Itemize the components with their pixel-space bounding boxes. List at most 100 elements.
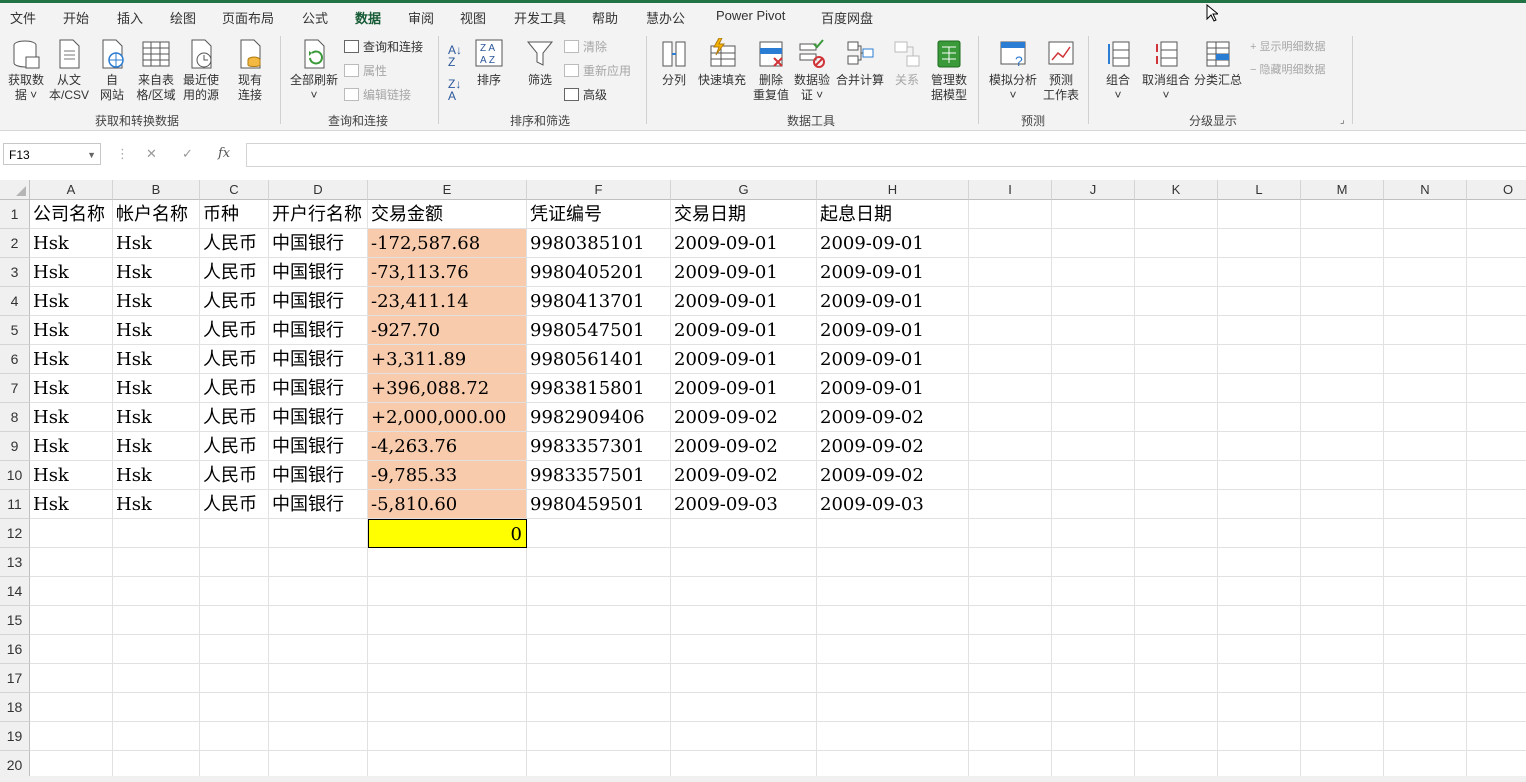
table-cell[interactable]: +396,088.72 <box>368 374 527 403</box>
table-cell[interactable]: Hsk <box>113 287 200 316</box>
empty-cell[interactable] <box>969 461 1052 490</box>
empty-cell[interactable] <box>1052 316 1135 345</box>
empty-cell[interactable] <box>113 664 200 693</box>
empty-cell[interactable] <box>969 548 1052 577</box>
table-cell[interactable]: 2009-09-02 <box>671 403 817 432</box>
empty-cell[interactable] <box>671 693 817 722</box>
empty-cell[interactable] <box>1135 403 1218 432</box>
empty-cell[interactable] <box>1384 722 1467 751</box>
empty-cell[interactable] <box>1467 374 1526 403</box>
empty-cell[interactable] <box>527 635 671 664</box>
empty-cell[interactable] <box>969 374 1052 403</box>
row-header[interactable]: 11 <box>0 490 30 519</box>
table-cell[interactable]: -9,785.33 <box>368 461 527 490</box>
empty-cell[interactable] <box>1218 374 1301 403</box>
table-cell[interactable]: 人民币 <box>200 258 269 287</box>
empty-cell[interactable] <box>200 664 269 693</box>
remove-duplicates-button[interactable]: 删除 重复值 <box>752 38 790 103</box>
header-cell[interactable]: 币种 <box>200 200 269 229</box>
empty-cell[interactable] <box>1384 490 1467 519</box>
empty-cell[interactable] <box>1135 287 1218 316</box>
row-header[interactable]: 1 <box>0 200 30 229</box>
empty-cell[interactable] <box>1467 664 1526 693</box>
empty-cell[interactable] <box>1467 635 1526 664</box>
empty-cell[interactable] <box>269 548 368 577</box>
empty-cell[interactable] <box>113 519 200 548</box>
table-cell[interactable]: 中国银行 <box>269 490 368 519</box>
empty-cell[interactable] <box>969 316 1052 345</box>
table-cell[interactable]: 中国银行 <box>269 316 368 345</box>
empty-cell[interactable] <box>1218 345 1301 374</box>
empty-cell[interactable] <box>969 403 1052 432</box>
row-header[interactable]: 7 <box>0 374 30 403</box>
empty-cell[interactable] <box>1218 432 1301 461</box>
empty-cell[interactable] <box>527 693 671 722</box>
empty-cell[interactable] <box>30 606 113 635</box>
empty-cell[interactable] <box>1218 693 1301 722</box>
empty-cell[interactable] <box>671 635 817 664</box>
empty-cell[interactable] <box>1301 693 1384 722</box>
empty-cell[interactable] <box>969 345 1052 374</box>
empty-cell[interactable] <box>1384 403 1467 432</box>
empty-cell[interactable] <box>368 606 527 635</box>
table-cell[interactable]: Hsk <box>113 490 200 519</box>
tab-4[interactable]: 页面布局 <box>222 8 274 27</box>
empty-cell[interactable] <box>200 577 269 606</box>
row-header[interactable]: 19 <box>0 722 30 751</box>
table-cell[interactable]: 2009-09-02 <box>671 461 817 490</box>
empty-cell[interactable] <box>1218 258 1301 287</box>
empty-cell[interactable] <box>30 635 113 664</box>
empty-cell[interactable] <box>1301 664 1384 693</box>
empty-cell[interactable] <box>30 548 113 577</box>
empty-cell[interactable] <box>368 722 527 751</box>
empty-cell[interactable] <box>1301 722 1384 751</box>
tab-1[interactable]: 开始 <box>63 8 89 27</box>
empty-cell[interactable] <box>1218 635 1301 664</box>
empty-cell[interactable] <box>269 664 368 693</box>
empty-cell[interactable] <box>200 519 269 548</box>
empty-cell[interactable] <box>1467 490 1526 519</box>
table-cell[interactable]: 2009-09-01 <box>817 316 969 345</box>
empty-cell[interactable] <box>1467 519 1526 548</box>
empty-cell[interactable] <box>969 287 1052 316</box>
empty-cell[interactable] <box>1467 200 1526 229</box>
table-cell[interactable]: 9980405201 <box>527 258 671 287</box>
empty-cell[interactable] <box>1218 200 1301 229</box>
get-data-button[interactable]: 获取数 据 ˅ <box>4 38 48 103</box>
table-cell[interactable]: 9983357301 <box>527 432 671 461</box>
reapply-button[interactable]: 重新应用 <box>564 64 631 78</box>
empty-cell[interactable] <box>30 577 113 606</box>
worksheet-grid[interactable]: A B C D E F G H I J K L M N O 1 2 3 4 5 6 7 8 9 10 11 12 13 14 15 16 17… <box>0 180 1526 782</box>
table-cell[interactable]: 2009-09-01 <box>671 258 817 287</box>
table-cell[interactable]: 人民币 <box>200 403 269 432</box>
empty-cell[interactable] <box>527 519 671 548</box>
table-cell[interactable]: Hsk <box>30 374 113 403</box>
table-cell[interactable]: 2009-09-01 <box>671 229 817 258</box>
insert-function-icon[interactable]: fx <box>218 146 230 161</box>
consolidate-button[interactable]: 合并计算 <box>834 38 886 88</box>
table-cell[interactable]: -23,411.14 <box>368 287 527 316</box>
sort-az-button[interactable]: A↓ Z <box>448 44 462 68</box>
ungroup-button[interactable]: 取消组合 ˅ <box>1140 38 1192 103</box>
table-cell[interactable]: Hsk <box>113 461 200 490</box>
tab-5[interactable]: 公式 <box>302 8 328 27</box>
empty-cell[interactable] <box>1384 287 1467 316</box>
empty-cell[interactable] <box>817 606 969 635</box>
empty-cell[interactable] <box>1052 664 1135 693</box>
table-cell[interactable]: 人民币 <box>200 490 269 519</box>
empty-cell[interactable] <box>671 606 817 635</box>
column-header-G[interactable]: G <box>671 180 817 200</box>
empty-cell[interactable] <box>1301 200 1384 229</box>
empty-cell[interactable] <box>1052 490 1135 519</box>
tab-8[interactable]: 视图 <box>460 8 486 27</box>
empty-cell[interactable] <box>269 519 368 548</box>
table-cell[interactable]: 中国银行 <box>269 374 368 403</box>
empty-cell[interactable] <box>1384 229 1467 258</box>
empty-cell[interactable] <box>1384 374 1467 403</box>
dialog-launcher-icon[interactable]: ⌟ <box>1340 114 1345 128</box>
column-header-A[interactable]: A <box>30 180 113 200</box>
empty-cell[interactable] <box>30 722 113 751</box>
empty-cell[interactable] <box>269 635 368 664</box>
column-header-O[interactable]: O <box>1467 180 1526 200</box>
row-header[interactable]: 8 <box>0 403 30 432</box>
